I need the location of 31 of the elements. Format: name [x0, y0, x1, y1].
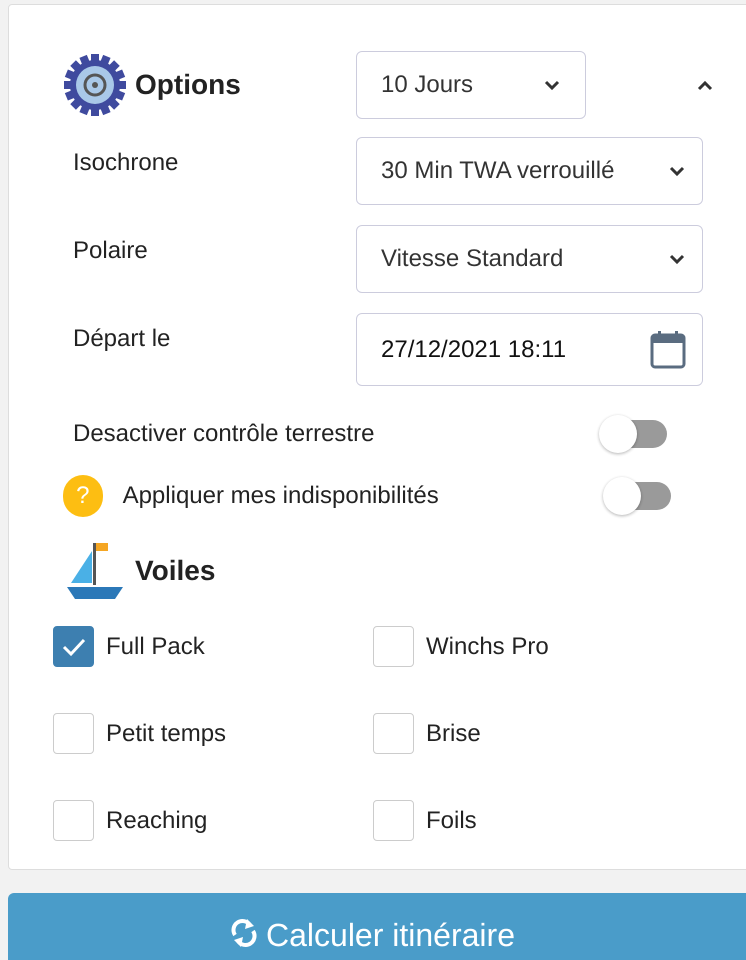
checkbox[interactable] — [373, 713, 414, 754]
field-label: Départ le — [72, 324, 172, 354]
checkbox-label: Foils — [426, 806, 477, 836]
chevron-down-icon — [668, 253, 686, 265]
checkbox-label: Full Pack — [106, 632, 205, 662]
checkbox[interactable] — [53, 626, 94, 667]
chevron-down-icon — [668, 165, 686, 177]
field-label: Polaire — [72, 236, 149, 266]
check-icon — [60, 636, 86, 656]
checkbox[interactable] — [53, 713, 94, 754]
chevron-down-icon — [543, 79, 561, 91]
sails-title: Voiles — [135, 554, 216, 588]
gear-icon — [63, 53, 127, 117]
checkbox[interactable] — [373, 626, 414, 667]
toggle-label: Appliquer mes indisponibilités — [122, 481, 440, 511]
field-label: Isochrone — [72, 148, 180, 178]
checkbox[interactable] — [373, 800, 414, 841]
toggle-label: Desactiver contrôle terrestre — [73, 419, 376, 449]
select-field[interactable]: Vitesse Standard — [356, 225, 703, 293]
checkbox-label: Petit temps — [106, 718, 226, 748]
select-field[interactable]: 30 Min TWA verrouillé — [356, 137, 703, 205]
checkbox-label: Winchs Pro — [426, 632, 549, 662]
refresh-icon — [230, 917, 258, 949]
checkbox-label: Reaching — [106, 806, 208, 836]
checkbox[interactable] — [53, 800, 94, 841]
collapse-icon — [696, 79, 714, 91]
duration-select[interactable]: 10 Jours — [356, 51, 586, 119]
options-title: Options — [135, 68, 241, 102]
calendar-icon — [650, 330, 686, 368]
checkbox-label: Brise — [426, 718, 481, 748]
date-field[interactable]: 27/12/2021 18:11 — [356, 313, 703, 386]
